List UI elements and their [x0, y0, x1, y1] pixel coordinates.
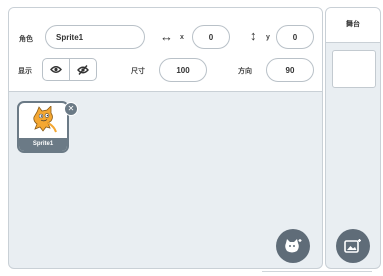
stage-thumbnail[interactable] [332, 50, 376, 88]
visibility-toggle [42, 58, 97, 81]
show-label: 显示 [18, 68, 32, 75]
sprite-tile-name: Sprite1 [19, 138, 67, 151]
x-input[interactable]: 0 [192, 25, 230, 49]
stage-pane: 舞台 [325, 7, 381, 269]
cat-sprite-thumbnail [33, 106, 57, 133]
cat-plus-icon [285, 239, 302, 253]
y-value: 0 [292, 32, 298, 42]
show-button[interactable] [43, 59, 69, 80]
size-input[interactable]: 100 [159, 58, 207, 82]
sprite-name-value: Sprite1 [56, 32, 84, 42]
direction-label: 方向 [238, 68, 252, 75]
delete-sprite-button[interactable]: ✕ [64, 102, 78, 116]
image-plus-icon [344, 239, 361, 253]
size-value: 100 [176, 65, 190, 75]
sprite-info-panel: 角色 Sprite1 ↔ x 0 ↕ y 0 显示 尺寸 100 方向 90 [9, 8, 322, 92]
direction-value: 90 [285, 65, 295, 75]
sprite-name-input[interactable]: Sprite1 [45, 25, 145, 49]
x-label: x [180, 34, 184, 41]
sprite-name-label: 角色 [19, 36, 33, 43]
hide-button[interactable] [69, 59, 96, 80]
y-arrow-icon: ↕ [250, 28, 257, 43]
sprite-tile[interactable]: Sprite1 [17, 101, 69, 153]
y-label: y [266, 34, 270, 41]
x-arrow-icon: ↔ [160, 29, 173, 44]
y-input[interactable]: 0 [276, 25, 314, 49]
stage-label: 舞台 [326, 8, 380, 43]
direction-input[interactable]: 90 [266, 58, 314, 82]
sprite-pane: 角色 Sprite1 ↔ x 0 ↕ y 0 显示 尺寸 100 方向 90 S… [8, 7, 323, 269]
choose-sprite-button[interactable] [276, 229, 310, 263]
size-label: 尺寸 [131, 68, 145, 75]
close-icon: ✕ [67, 104, 75, 113]
divider [262, 271, 372, 272]
eye-slash-icon [77, 64, 89, 75]
choose-backdrop-button[interactable] [336, 229, 370, 263]
x-value: 0 [208, 32, 214, 42]
target-pane: 角色 Sprite1 ↔ x 0 ↕ y 0 显示 尺寸 100 方向 90 S… [3, 3, 381, 269]
eye-icon [50, 66, 62, 73]
